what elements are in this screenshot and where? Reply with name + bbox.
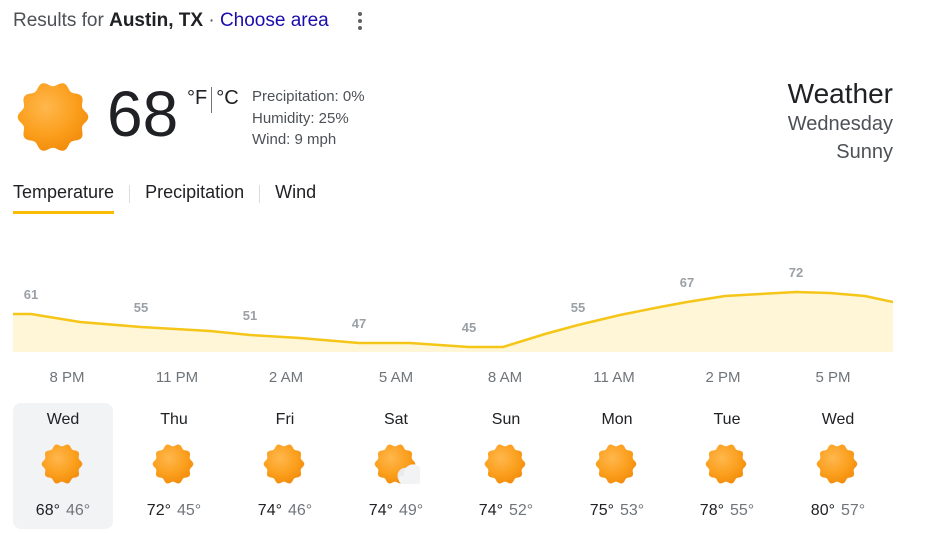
temperature-data-label: 55 bbox=[571, 300, 585, 315]
day-temperatures: 74° 52° bbox=[456, 502, 556, 520]
weather-condition: Sunny bbox=[836, 141, 893, 163]
hour-label: 8 PM bbox=[49, 369, 85, 386]
temperature-chart: 61 55 51 47 45 55 67 72 bbox=[0, 250, 927, 365]
high-temperature: 74° bbox=[368, 502, 393, 519]
unit-divider bbox=[211, 87, 213, 113]
tab-precipitation[interactable]: Precipitation bbox=[145, 182, 244, 212]
sunny-icon bbox=[482, 442, 530, 490]
tab-divider bbox=[259, 185, 261, 203]
day-name: Wed bbox=[821, 411, 855, 428]
partly-cloudy-icon bbox=[372, 442, 423, 490]
hour-label: 8 AM bbox=[487, 369, 523, 386]
day-name: Sun bbox=[491, 411, 521, 428]
temperature-data-label: 51 bbox=[243, 308, 257, 323]
humidity-text: Humidity: 25% bbox=[252, 109, 349, 127]
sunny-icon bbox=[703, 442, 751, 490]
temperature-data-label: 55 bbox=[134, 300, 148, 315]
sunny-icon bbox=[15, 79, 91, 160]
day-forecast-sat[interactable]: Sat 74° 49° bbox=[346, 403, 446, 529]
low-temperature: 46° bbox=[288, 502, 313, 519]
high-temperature: 80° bbox=[810, 502, 835, 519]
high-temperature: 74° bbox=[478, 502, 503, 519]
day-forecast-wed[interactable]: Wed 80° 57° bbox=[788, 403, 888, 529]
day-name: Tue bbox=[713, 411, 741, 428]
day-name: Fri bbox=[275, 411, 295, 428]
day-temperatures: 78° 55° bbox=[677, 502, 777, 520]
high-temperature: 78° bbox=[699, 502, 724, 519]
day-forecast-mon[interactable]: Mon 75° 53° bbox=[567, 403, 667, 529]
day-name: Thu bbox=[160, 411, 188, 428]
day-temperatures: 74° 46° bbox=[235, 502, 335, 520]
sunny-icon bbox=[814, 442, 862, 490]
hour-label: 11 PM bbox=[155, 369, 199, 386]
separator: · bbox=[208, 10, 215, 31]
hour-label: 5 AM bbox=[378, 369, 414, 386]
fahrenheit-unit[interactable]: °F bbox=[187, 87, 207, 110]
low-temperature: 53° bbox=[620, 502, 645, 519]
high-temperature: 75° bbox=[589, 502, 614, 519]
day-name: Sat bbox=[383, 411, 408, 428]
location-name: Austin, TX bbox=[109, 10, 204, 31]
day-forecast-tue[interactable]: Tue 78° 55° bbox=[677, 403, 777, 529]
results-header: Results for Austin, TX · Choose area bbox=[13, 10, 329, 32]
tab-temperature[interactable]: Temperature bbox=[13, 182, 115, 214]
low-temperature: 49° bbox=[399, 502, 424, 519]
temperature-data-label: 45 bbox=[462, 320, 476, 335]
low-temperature: 46° bbox=[66, 502, 91, 519]
day-temperatures: 68° 46° bbox=[13, 502, 113, 520]
sunny-icon bbox=[593, 442, 641, 490]
weather-summary: Weather Wednesday Sunny bbox=[788, 78, 893, 166]
more-options-icon[interactable] bbox=[352, 12, 368, 32]
weather-tabs: Temperature Precipitation Wind bbox=[13, 182, 316, 214]
sunny-icon bbox=[261, 442, 309, 490]
weather-day: Wednesday bbox=[787, 113, 893, 135]
temperature-data-label: 72 bbox=[789, 265, 803, 280]
high-temperature: 68° bbox=[35, 502, 60, 519]
day-name: Mon bbox=[601, 411, 633, 428]
low-temperature: 45° bbox=[177, 502, 202, 519]
weather-title: Weather bbox=[787, 78, 893, 109]
low-temperature: 55° bbox=[730, 502, 755, 519]
high-temperature: 72° bbox=[146, 502, 171, 519]
temperature-data-label: 67 bbox=[680, 275, 694, 290]
low-temperature: 57° bbox=[841, 502, 866, 519]
day-temperatures: 80° 57° bbox=[788, 502, 888, 520]
day-temperatures: 75° 53° bbox=[567, 502, 667, 520]
day-forecast-thu[interactable]: Thu 72° 45° bbox=[124, 403, 224, 529]
sunny-icon bbox=[150, 442, 198, 490]
day-temperatures: 74° 49° bbox=[346, 502, 446, 520]
wind-text: Wind: 9 mph bbox=[252, 131, 337, 148]
weather-details: Precipitation: 0% Humidity: 25% Wind: 9 … bbox=[252, 86, 365, 151]
tab-wind[interactable]: Wind bbox=[275, 182, 316, 212]
day-name: Wed bbox=[46, 411, 80, 428]
hour-label: 5 PM bbox=[815, 369, 851, 386]
high-temperature: 74° bbox=[257, 502, 282, 519]
temperature-data-label: 47 bbox=[352, 316, 366, 331]
choose-area-link[interactable]: Choose area bbox=[220, 10, 329, 31]
temperature-data-label: 61 bbox=[24, 287, 38, 302]
sunny-icon bbox=[39, 442, 87, 490]
precipitation-text: Precipitation: 0% bbox=[252, 88, 365, 105]
day-forecast-fri[interactable]: Fri 74° 46° bbox=[235, 403, 335, 529]
celsius-unit[interactable]: °C bbox=[216, 87, 238, 110]
hour-label: 2 PM bbox=[705, 369, 741, 386]
day-temperatures: 72° 45° bbox=[124, 502, 224, 520]
hour-label: 2 AM bbox=[268, 369, 304, 386]
current-temperature: 68 bbox=[107, 78, 179, 150]
day-forecast-wed[interactable]: Wed 68° 46° bbox=[13, 403, 113, 529]
unit-toggle: °F °C bbox=[187, 87, 239, 113]
low-temperature: 52° bbox=[509, 502, 534, 519]
results-prefix: Results for bbox=[13, 10, 104, 31]
day-forecast-sun[interactable]: Sun 74° 52° bbox=[456, 403, 556, 529]
hour-label: 11 AM bbox=[593, 369, 635, 386]
tab-divider bbox=[129, 185, 131, 203]
